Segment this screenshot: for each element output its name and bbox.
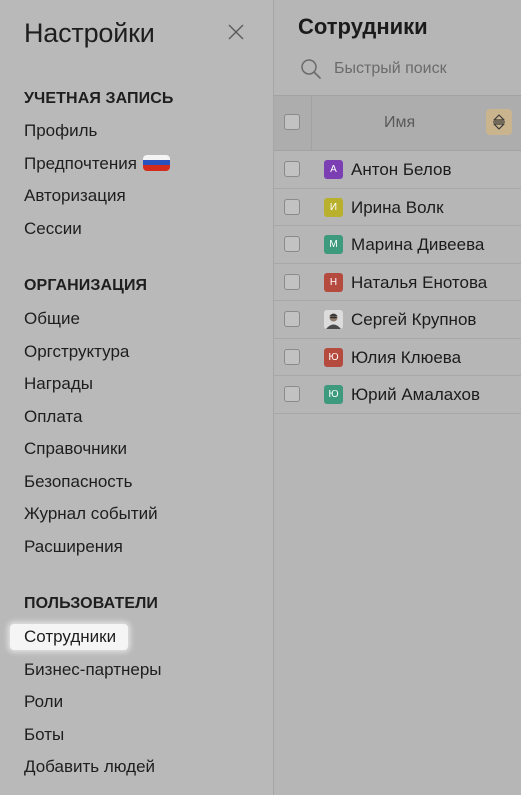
section-title-organization: ОРГАНИЗАЦИЯ	[24, 277, 148, 294]
table-row[interactable]: И Ирина Волк	[274, 189, 521, 226]
sidebar-item-profile[interactable]: Профиль	[24, 118, 97, 144]
section-title-users: ПОЛЬЗОВАТЕЛИ	[24, 595, 159, 612]
sidebar-title: Настройки	[24, 18, 155, 48]
sidebar-item-sessions[interactable]: Сессии	[24, 216, 82, 242]
employee-name[interactable]: Юрий Амалахов	[351, 385, 480, 405]
employee-list: А Антон Белов И Ирина Волк М Марина Диве…	[274, 151, 521, 414]
sidebar-item-event-log[interactable]: Журнал событий	[24, 501, 158, 527]
table-row[interactable]: Ю Юлия Клюева	[274, 339, 521, 376]
person-photo-icon	[324, 310, 343, 329]
quick-search-input[interactable]: Быстрый поиск	[300, 56, 510, 82]
avatar: Ю	[324, 347, 343, 367]
row-checkbox[interactable]	[284, 161, 300, 177]
avatar: И	[324, 197, 343, 217]
sidebar-item-org-structure[interactable]: Оргструктура	[24, 339, 129, 365]
avatar: А	[324, 160, 343, 179]
row-checkbox[interactable]	[284, 348, 300, 365]
column-header-name: Имя	[384, 114, 416, 131]
row-checkbox[interactable]	[284, 236, 300, 252]
sidebar-item-awards[interactable]: Награды	[24, 371, 93, 397]
employee-name[interactable]: Сергей Крупнов	[351, 310, 476, 330]
table-row[interactable]: Ю Юрий Амалахов	[274, 376, 521, 414]
avatar: Ю	[324, 385, 343, 404]
sidebar-item-bots[interactable]: Боты	[24, 722, 64, 748]
table-row[interactable]: М Марина Дивеева	[274, 226, 521, 264]
sidebar-item-business-partners[interactable]: Бизнес-партнеры	[24, 657, 162, 683]
sidebar-item-preferences[interactable]: Предпочтения	[24, 151, 170, 177]
employee-name[interactable]: Наталья Енотова	[351, 273, 487, 293]
search-icon	[300, 58, 322, 85]
sidebar-item-extensions[interactable]: Расширения	[24, 534, 123, 560]
sidebar-item-authorization[interactable]: Авторизация	[24, 183, 126, 209]
sidebar-item-employees[interactable]: Сотрудники	[10, 624, 129, 650]
search-placeholder: Быстрый поиск	[334, 60, 447, 77]
employee-name[interactable]: Антон Белов	[351, 160, 452, 180]
row-checkbox[interactable]	[284, 198, 300, 215]
sidebar-item-add-people[interactable]: Добавить людей	[24, 754, 155, 780]
table-row[interactable]: Сергей Крупнов	[274, 301, 521, 339]
sidebar-item-security[interactable]: Безопасность	[24, 469, 132, 495]
table-header: Имя	[274, 95, 521, 151]
avatar: Н	[324, 272, 343, 292]
row-checkbox[interactable]	[284, 386, 300, 402]
row-checkbox[interactable]	[284, 273, 300, 290]
select-all-checkbox[interactable]	[284, 114, 300, 130]
row-checkbox[interactable]	[284, 311, 300, 327]
avatar-photo	[324, 310, 343, 329]
avatar: М	[324, 235, 343, 254]
page-title: Сотрудники	[298, 14, 428, 39]
section-title-account: УЧЕТНАЯ ЗАПИСЬ	[24, 90, 174, 107]
sidebar-item-label: Предпочтения	[24, 154, 137, 173]
column-divider	[311, 96, 312, 150]
employees-panel: Сотрудники Быстрый поиск Имя А Антон Бел…	[274, 0, 521, 795]
employee-name[interactable]: Марина Дивеева	[351, 235, 484, 255]
employee-name[interactable]: Юлия Клюева	[351, 348, 461, 368]
sort-arrows-icon	[493, 114, 505, 130]
table-row[interactable]: Н Наталья Енотова	[274, 264, 521, 301]
settings-sidebar: Настройки УЧЕТНАЯ ЗАПИСЬ Профиль Предпоч…	[0, 0, 274, 795]
close-icon[interactable]	[226, 22, 246, 42]
employee-name[interactable]: Ирина Волк	[351, 198, 444, 218]
sidebar-item-general[interactable]: Общие	[24, 306, 80, 332]
sidebar-item-roles[interactable]: Роли	[24, 689, 63, 715]
russian-flag-icon	[142, 154, 170, 171]
table-row[interactable]: А Антон Белов	[274, 151, 521, 189]
sort-button[interactable]	[486, 109, 512, 135]
sidebar-item-directories[interactable]: Справочники	[24, 436, 127, 462]
sidebar-item-payment[interactable]: Оплата	[24, 404, 82, 430]
